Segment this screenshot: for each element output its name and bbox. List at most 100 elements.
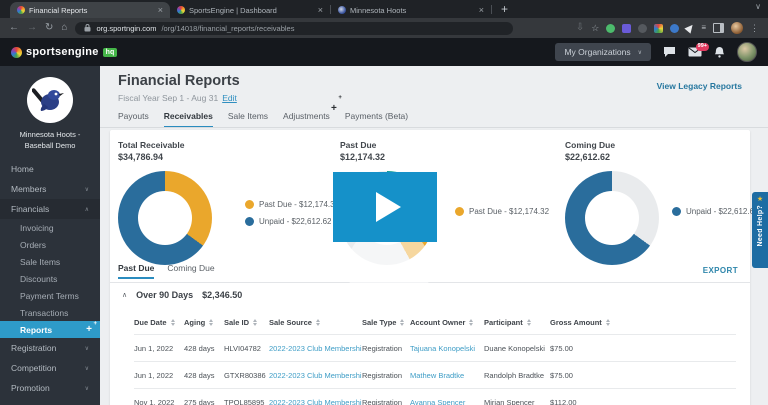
- report-tabs: Payouts Receivables Sale Items Adjustmen…: [118, 111, 408, 128]
- subtab-past-due[interactable]: Past Due: [118, 263, 154, 279]
- close-tab-icon[interactable]: ×: [479, 6, 484, 15]
- my-organizations-dropdown[interactable]: My Organizations ∨: [555, 43, 651, 61]
- sidebar-item-promotion[interactable]: Promotion ∨: [0, 378, 100, 398]
- tab-payouts[interactable]: Payouts: [118, 111, 149, 128]
- bookmark-star-icon[interactable]: ☆: [591, 24, 599, 33]
- sidebar-item-website[interactable]: Website ∨: [0, 398, 100, 405]
- sidebar-item-payment-terms[interactable]: Payment Terms: [0, 287, 100, 304]
- column-header-gross-amount[interactable]: Gross Amount: [550, 318, 736, 327]
- extension-icon[interactable]: [622, 24, 631, 33]
- sidebar-item-invoicing[interactable]: Invoicing: [0, 219, 100, 236]
- chart-title: Past Due: [340, 140, 440, 150]
- close-tab-icon[interactable]: ×: [318, 6, 323, 15]
- cell-sale-source-link[interactable]: 2022-2023 Club Membership: [269, 398, 362, 405]
- sort-icon[interactable]: [253, 319, 257, 326]
- sidebar-item-transactions[interactable]: Transactions: [0, 304, 100, 321]
- section-amount: $2,346.50: [202, 290, 242, 300]
- edit-fiscal-link[interactable]: Edit: [222, 93, 237, 103]
- extension-icon[interactable]: [670, 24, 679, 33]
- sort-icon[interactable]: [469, 319, 473, 326]
- fiscal-year-label: Fiscal Year Sep 1 - Aug 31Edit: [118, 93, 237, 103]
- table-row: Jun 1, 2022 428 days GTXR80386 2022-2023…: [134, 362, 736, 389]
- sportsengine-logo[interactable]: sportsengine hq: [11, 46, 117, 58]
- team-logo[interactable]: [27, 77, 73, 123]
- browser-tab-financial-reports[interactable]: Financial Reports ×: [10, 2, 170, 18]
- tab-sale-items[interactable]: Sale Items: [228, 111, 268, 128]
- table-header-row: Due Date Aging Sale ID Sale Source Sale …: [134, 310, 736, 335]
- sidebar-item-members[interactable]: Members ∨: [0, 179, 100, 199]
- back-icon[interactable]: ←: [9, 23, 19, 33]
- sidebar-item-discounts[interactable]: Discounts: [0, 270, 100, 287]
- sort-icon[interactable]: [316, 319, 320, 326]
- sidebar-item-registration[interactable]: Registration ∨: [0, 338, 100, 358]
- legend-dot-past-due: [455, 207, 464, 216]
- need-help-tab[interactable]: ★ Need Help?: [752, 192, 768, 268]
- browser-tab-strip: Financial Reports × SportsEngine | Dashb…: [0, 0, 768, 18]
- bell-icon[interactable]: [714, 46, 725, 58]
- my-organizations-label: My Organizations: [564, 47, 630, 57]
- extension-icon[interactable]: [606, 24, 615, 33]
- column-header-participant[interactable]: Participant: [484, 318, 550, 327]
- tab-payments-beta[interactable]: Payments (Beta): [345, 111, 408, 128]
- pointer-extension-icon[interactable]: [685, 22, 696, 33]
- reload-icon[interactable]: ↻: [45, 23, 53, 33]
- over-90-days-section-header[interactable]: ∧ Over 90 Days $2,346.50: [122, 290, 242, 300]
- extension-icon[interactable]: [638, 24, 647, 33]
- subtab-coming-due[interactable]: Coming Due: [167, 263, 214, 279]
- cell-sale-source-link[interactable]: 2022-2023 Club Membership: [269, 344, 362, 353]
- sidebar-item-reports[interactable]: Reports ++: [0, 321, 100, 338]
- column-header-account-owner[interactable]: Account Owner: [410, 318, 484, 327]
- close-tab-icon[interactable]: ×: [158, 6, 163, 15]
- cell-sale-source-link[interactable]: 2022-2023 Club Membership: [269, 371, 362, 380]
- extensions-row: ⇩ ☆ ≡ ⋮: [576, 22, 759, 34]
- column-header-due-date[interactable]: Due Date: [134, 318, 184, 327]
- browser-menu-icon[interactable]: ⋮: [750, 24, 759, 33]
- tab-adjustments[interactable]: Adjustments: [283, 111, 330, 128]
- side-panel-icon[interactable]: [713, 23, 724, 33]
- video-play-button[interactable]: [333, 172, 437, 242]
- forward-icon[interactable]: →: [27, 23, 37, 33]
- address-bar[interactable]: org.sportngin.com/org/14018/financial_re…: [75, 22, 513, 35]
- sidebar-item-orders[interactable]: Orders: [0, 236, 100, 253]
- chart-value: $12,174.32: [340, 152, 440, 162]
- column-header-sale-source[interactable]: Sale Source: [269, 318, 362, 327]
- past-due-table: Due Date Aging Sale ID Sale Source Sale …: [134, 310, 736, 405]
- browser-profile-avatar[interactable]: [731, 22, 743, 34]
- sidebar-item-financials[interactable]: Financials ∧: [0, 199, 100, 219]
- cell-due-date: Jun 1, 2022: [134, 344, 184, 353]
- view-legacy-reports-link[interactable]: View Legacy Reports: [657, 81, 742, 91]
- column-header-sale-id[interactable]: Sale ID: [224, 318, 269, 327]
- column-header-aging[interactable]: Aging: [184, 318, 224, 327]
- browser-tab-dashboard[interactable]: SportsEngine | Dashboard ×: [170, 2, 330, 18]
- new-tab-button[interactable]: +: [501, 2, 508, 16]
- cell-participant: Mirian Spencer: [484, 398, 550, 405]
- download-icon[interactable]: ⇩: [576, 23, 584, 33]
- cell-account-owner-link[interactable]: Tajuana Konopelski: [410, 344, 484, 353]
- sort-icon[interactable]: [527, 319, 531, 326]
- list-icon[interactable]: ≡: [701, 24, 706, 32]
- cell-aging: 428 days: [184, 344, 224, 353]
- tab-receivables[interactable]: Receivables: [164, 111, 213, 128]
- user-avatar[interactable]: [737, 42, 757, 62]
- cell-aging: 275 days: [184, 398, 224, 405]
- column-header-sale-type[interactable]: Sale Type: [362, 318, 410, 327]
- mail-icon[interactable]: 99+: [688, 47, 702, 57]
- export-button[interactable]: EXPORT: [703, 266, 738, 275]
- chat-icon[interactable]: [663, 46, 676, 58]
- home-icon[interactable]: ⌂: [61, 23, 67, 33]
- sort-icon[interactable]: [209, 319, 213, 326]
- cell-account-owner-link[interactable]: Ayanna Spencer: [410, 398, 484, 405]
- sidebar-item-competition[interactable]: Competition ∨: [0, 358, 100, 378]
- browser-tab-minnesota-hoots[interactable]: Minnesota Hoots ×: [331, 2, 491, 18]
- sort-icon[interactable]: [606, 319, 610, 326]
- sort-icon[interactable]: [400, 319, 404, 326]
- sidebar-item-home[interactable]: Home: [0, 159, 100, 179]
- tab-title: SportsEngine | Dashboard: [189, 6, 314, 15]
- extension-icon[interactable]: [654, 24, 663, 33]
- window-chevron-icon[interactable]: ∨: [755, 2, 761, 11]
- cell-account-owner-link[interactable]: Mathew Bradtke: [410, 371, 484, 380]
- chevron-down-icon: ∨: [638, 49, 642, 56]
- collapse-chevron-icon[interactable]: ∧: [122, 291, 127, 299]
- sort-icon[interactable]: [171, 319, 175, 326]
- sidebar-item-sale-items[interactable]: Sale Items: [0, 253, 100, 270]
